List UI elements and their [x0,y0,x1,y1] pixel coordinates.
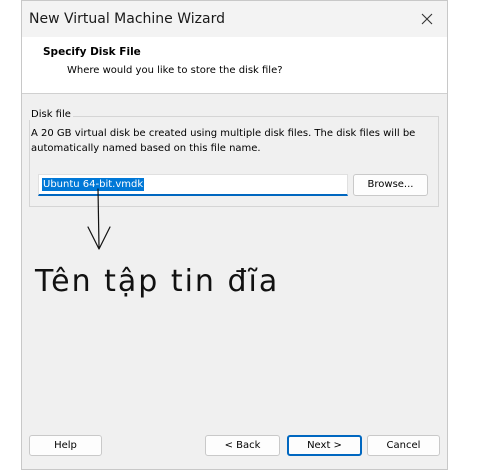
page-title: Specify Disk File [43,46,141,58]
disk-file-description: A 20 GB virtual disk be created using mu… [31,128,416,154]
help-button[interactable]: Help [29,435,102,456]
annotation-arrow-icon [87,188,111,250]
header-panel: Specify Disk File Where would you like t… [22,37,447,94]
back-button[interactable]: < Back [205,435,280,456]
cancel-button[interactable]: Cancel [367,435,440,456]
close-icon [421,13,433,25]
close-button[interactable] [415,7,439,31]
next-button[interactable]: Next > [287,435,362,456]
wizard-window: New Virtual Machine Wizard Specify Disk … [21,0,448,470]
disk-file-group-label: Disk file [29,109,73,120]
handwritten-annotation: Tên tập tin đĩa [35,264,280,299]
browse-button[interactable]: Browse... [353,174,428,196]
window-title: New Virtual Machine Wizard [29,11,225,27]
title-bar: New Virtual Machine Wizard [22,1,447,37]
page-subtitle: Where would you like to store the disk f… [67,65,283,76]
